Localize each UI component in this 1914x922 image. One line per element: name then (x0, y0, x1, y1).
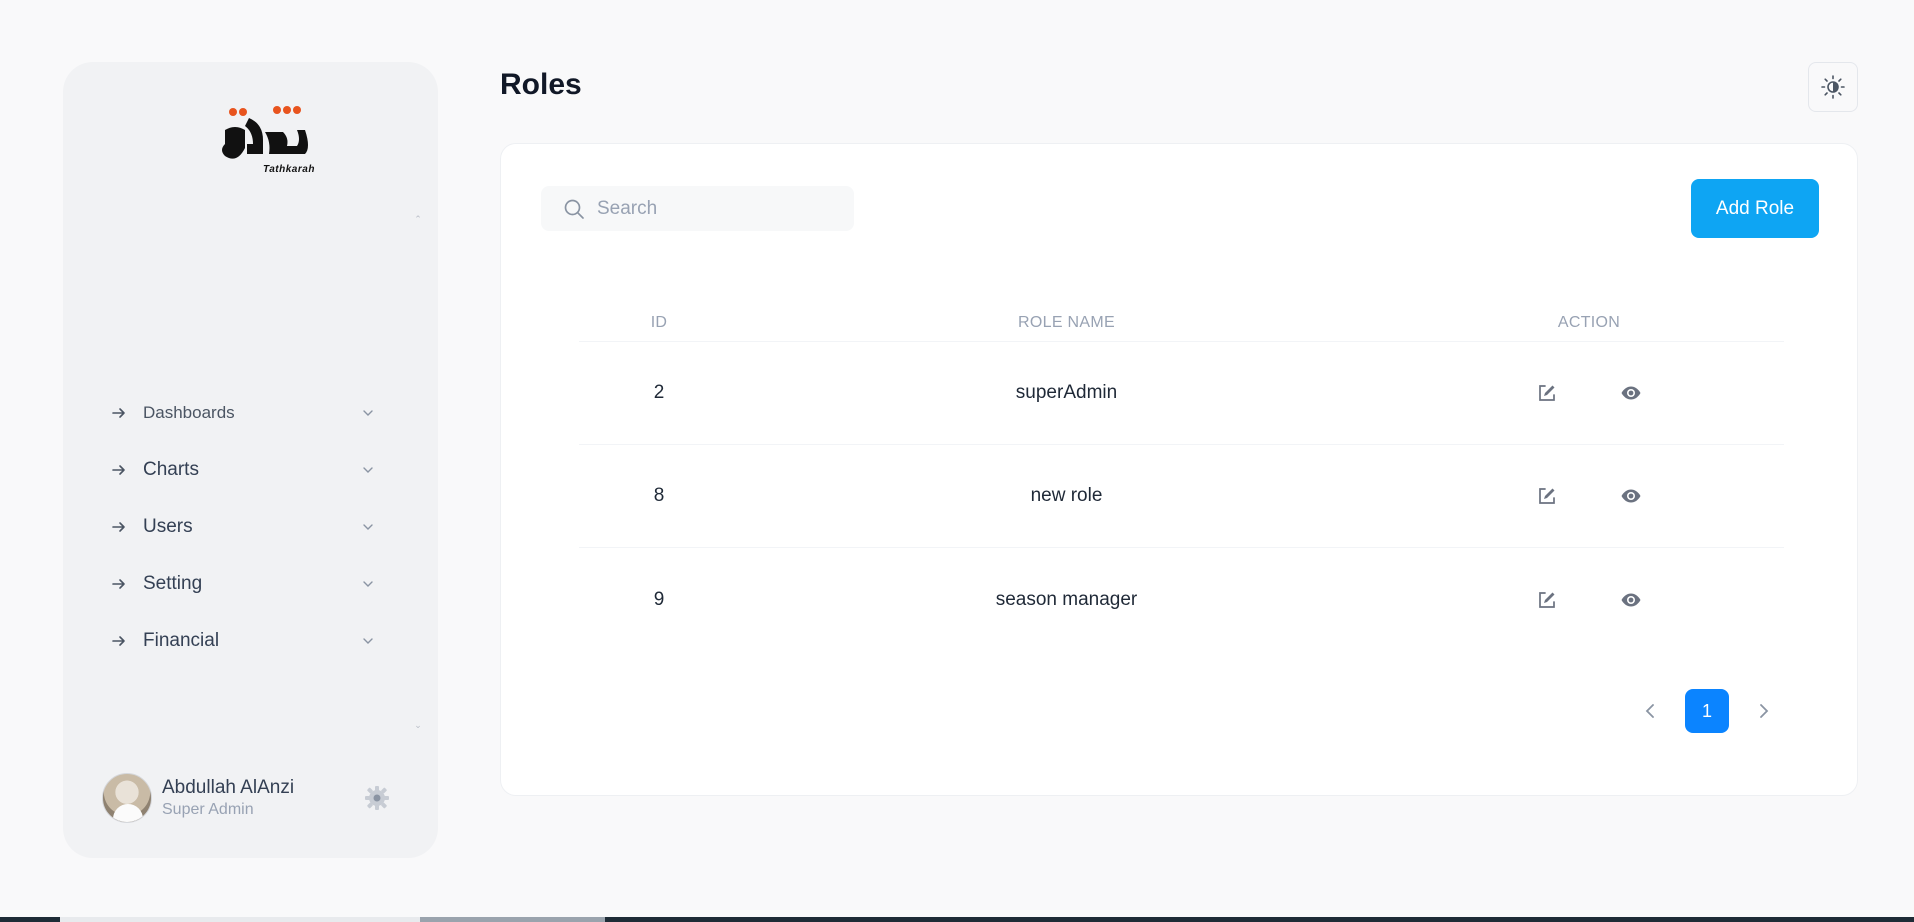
taskbar-segment (420, 917, 605, 922)
row-actions (1394, 485, 1784, 507)
chevron-down-icon (363, 580, 373, 587)
role-name: new role (1030, 485, 1103, 506)
table-row: 9 season manager (579, 548, 1784, 651)
page-title: Roles (500, 68, 582, 101)
row-actions (1394, 382, 1784, 404)
sidebar-item-label: Charts (143, 458, 199, 480)
roles-table: ID ROLE NAME ACTION 2 superAdmin 8 new r (579, 304, 1784, 651)
logo-caption: Tathkarah (263, 164, 315, 175)
sun-icon (1821, 75, 1845, 99)
arrow-right-icon (109, 574, 129, 594)
roles-card: Add Role ID ROLE NAME ACTION 2 superAdmi… (500, 143, 1858, 796)
eye-icon[interactable] (1620, 589, 1642, 611)
sidebar-item-dashboards[interactable]: Dashboards (109, 384, 399, 441)
arrow-right-icon (109, 631, 129, 651)
chevron-down-icon (363, 466, 373, 473)
search-icon (564, 199, 584, 219)
sidebar: Tathkarah ⌃ Dashboards Charts Users Sett… (63, 62, 438, 858)
sidebar-item-setting[interactable]: Setting (109, 555, 399, 612)
avatar (102, 773, 152, 823)
scroll-up-icon[interactable]: ⌃ (413, 214, 423, 224)
theme-toggle-button[interactable] (1808, 62, 1858, 112)
profile-name: Abdullah AlAnzi (162, 777, 295, 798)
sidebar-item-label: Setting (143, 572, 203, 594)
brand-logo[interactable]: Tathkarah (193, 102, 315, 192)
column-header-role-name: ROLE NAME (1018, 313, 1115, 331)
search-input[interactable] (597, 197, 837, 220)
sidebar-item-financial[interactable]: Financial (109, 612, 399, 669)
user-profile[interactable]: Abdullah AlAnzi Super Admin (102, 772, 402, 824)
pagination: 1 (1641, 689, 1773, 733)
eye-icon[interactable] (1620, 485, 1642, 507)
sidebar-item-label: Financial (143, 629, 220, 651)
role-id: 2 (653, 382, 665, 403)
row-actions (1394, 589, 1784, 611)
role-name: season manager (995, 588, 1138, 610)
table-header: ID ROLE NAME ACTION (579, 304, 1784, 342)
sidebar-item-charts[interactable]: Charts (109, 441, 399, 498)
sidebar-item-label: Users (143, 515, 193, 537)
profile-text: Abdullah AlAnzi Super Admin (162, 777, 364, 819)
arrow-right-icon (109, 517, 129, 537)
eye-icon[interactable] (1620, 382, 1642, 404)
table-row: 2 superAdmin (579, 342, 1784, 445)
chevron-right-icon[interactable] (1755, 702, 1773, 720)
chevron-left-icon[interactable] (1641, 702, 1659, 720)
role-id: 9 (653, 588, 665, 610)
scroll-down-icon[interactable]: ⌄ (413, 720, 423, 730)
taskbar-strip (0, 917, 1914, 922)
column-header-action: ACTION (1557, 313, 1621, 331)
arrow-right-icon (109, 460, 129, 480)
table-row: 8 new role (579, 445, 1784, 548)
edit-icon[interactable] (1536, 589, 1558, 611)
add-role-button[interactable]: Add Role (1691, 179, 1819, 238)
column-header-id: ID (650, 313, 668, 331)
chevron-down-icon (363, 523, 373, 530)
taskbar-segment (60, 917, 420, 922)
sidebar-item-label: Dashboards (143, 402, 235, 422)
chevron-down-icon (363, 409, 373, 416)
sidebar-nav: Dashboards Charts Users Setting Financia… (109, 384, 399, 669)
profile-role: Super Admin (162, 801, 254, 818)
role-id: 8 (653, 485, 665, 506)
search-box[interactable] (541, 186, 854, 231)
logo-mark (222, 106, 308, 159)
gear-icon[interactable] (364, 785, 390, 811)
edit-icon[interactable] (1536, 485, 1558, 507)
role-name: superAdmin (1015, 382, 1118, 403)
sidebar-item-users[interactable]: Users (109, 498, 399, 555)
arrow-right-icon (109, 403, 129, 423)
edit-icon[interactable] (1536, 382, 1558, 404)
page-button-current[interactable]: 1 (1685, 689, 1729, 733)
chevron-down-icon (363, 637, 373, 644)
